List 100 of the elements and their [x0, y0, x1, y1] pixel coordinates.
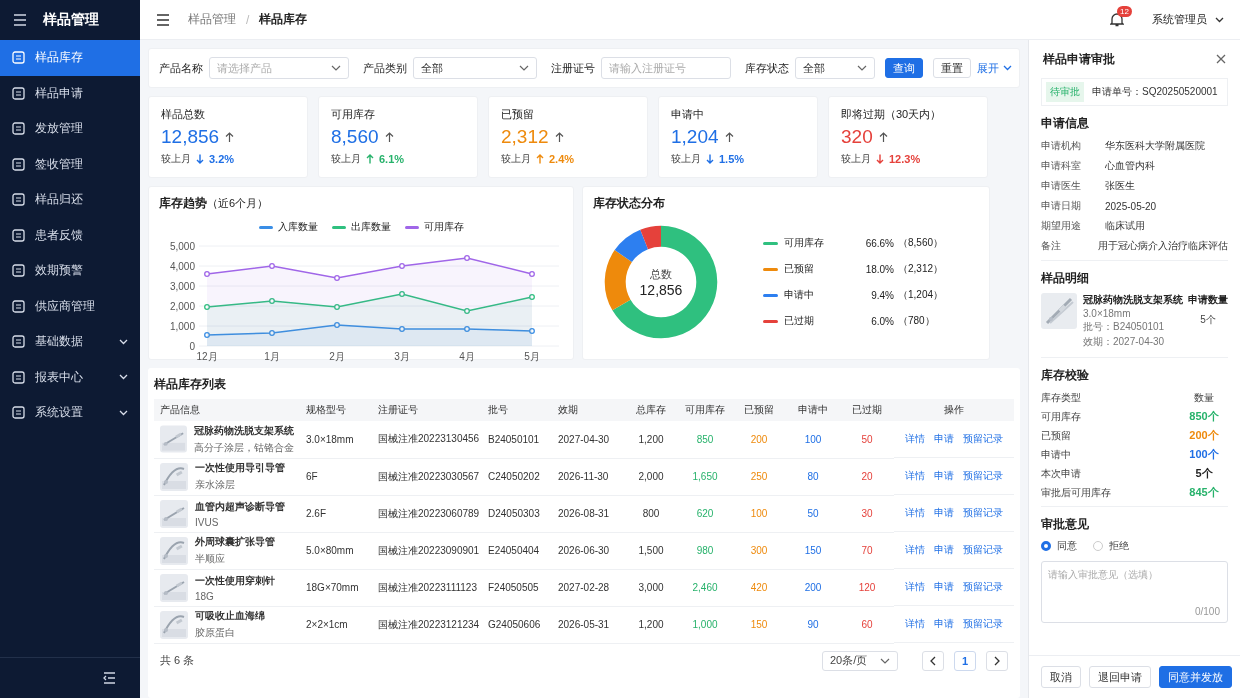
sidebar-label: 系统设置	[35, 404, 84, 422]
stock-value: 845个	[1188, 485, 1220, 500]
table-cell: 20	[840, 458, 894, 495]
table-cell: 120	[840, 569, 894, 606]
product-name: 一次性使用穿刺针	[195, 573, 275, 588]
axis-label: 12月	[196, 351, 218, 362]
stock-label: 审批后可用库存	[1041, 485, 1112, 500]
table-cell: 800	[624, 495, 678, 532]
radio-label: 拒绝	[1109, 539, 1129, 553]
table-cell: 80	[786, 458, 840, 495]
info-label: 期望用途	[1041, 219, 1082, 233]
table-cell: 2026-11-30	[552, 458, 624, 495]
table-cell: 2,460	[678, 569, 732, 606]
product-detail: 高分子涂层，钴铬合金	[194, 440, 294, 455]
table-cell: 50	[840, 421, 894, 458]
table-cell: 国械注准20223060789	[372, 495, 482, 532]
table-cell: 250	[732, 458, 786, 495]
table-cell: G24050606	[482, 606, 552, 643]
legend-percent: 66.6%	[864, 237, 894, 249]
sidebar-label: 患者反馈	[35, 226, 84, 244]
product-detail: 18G	[195, 590, 215, 602]
info-label: 申请科室	[1041, 159, 1082, 173]
sidebar-label: 发放管理	[35, 120, 84, 138]
info-label: 申请日期	[1041, 199, 1082, 213]
sidebar-label: 效期预警	[35, 262, 84, 280]
table-cell: 2026-05-31	[552, 606, 624, 643]
axis-label: 4月	[459, 351, 475, 362]
table-cell: F24050505	[482, 569, 552, 606]
legend-label: 可用库存	[784, 236, 825, 250]
axis-label: 1月	[264, 351, 280, 362]
table-cell: 420	[732, 569, 786, 606]
section-title: 申请信息	[1041, 115, 1090, 132]
axis-label: 2,000	[169, 300, 195, 312]
total-count: 共 6 条	[160, 653, 195, 668]
column-header: 产品信息	[154, 399, 300, 421]
product-name: 可吸收止血海绵	[195, 609, 265, 623]
column-header: 批号	[482, 399, 552, 421]
info-label: 申请医生	[1041, 179, 1082, 193]
info-value: 张医生	[1105, 179, 1135, 193]
column-header: 规格型号	[300, 399, 372, 421]
axis-label: 0	[189, 340, 195, 352]
filter-label: 产品名称	[159, 60, 203, 76]
stat-value: 2,312	[501, 126, 549, 148]
stat-value: 8,560	[331, 126, 379, 148]
table-cell: 150	[732, 606, 786, 643]
donut-center-label: 总数	[650, 266, 672, 282]
column-header: 注册证号	[372, 399, 482, 421]
item-batch: 批号：B24050101	[1083, 320, 1166, 334]
legend-percent: 6.0%	[870, 315, 894, 327]
stat-value: 1,204	[671, 126, 719, 148]
quantity-value: 5个	[1200, 313, 1216, 327]
stat-label: 可用库存	[331, 107, 376, 122]
legend-count: （2,312）	[898, 262, 944, 276]
table-cell: 1,650	[678, 458, 732, 495]
table-cell: 200	[786, 569, 840, 606]
sidebar-label: 样品库存	[35, 49, 84, 67]
table-cell: 50	[786, 495, 840, 532]
product-detail: 胶原蛋白	[195, 626, 236, 640]
legend-label: 已过期	[784, 314, 815, 328]
product-detail: IVUS	[195, 516, 220, 528]
axis-label: 5月	[524, 351, 540, 362]
item-spec: 3.0×18mm	[1083, 308, 1132, 319]
character-counter: 0/100	[1194, 606, 1220, 617]
table-cell: 18G×70mm	[300, 569, 372, 606]
compare-label: 较上月	[501, 152, 531, 166]
stat-label: 申请中	[671, 107, 705, 122]
table-cell: 300	[732, 532, 786, 569]
column-header: 效期	[552, 399, 624, 421]
breadcrumb-separator: /	[246, 12, 250, 27]
filter-label: 产品类别	[363, 60, 407, 76]
item-expiry: 效期：2027-04-30	[1083, 335, 1166, 349]
table-cell: 2027-02-28	[552, 569, 624, 606]
table-cell: 3,000	[624, 569, 678, 606]
sidebar-label: 基础数据	[35, 333, 84, 351]
order-number: 申请单号：SQ20250520001	[1092, 85, 1218, 99]
legend-item: 出库数量	[331, 220, 391, 234]
legend-percent: 18.0%	[864, 263, 894, 275]
section-title: 库存校验	[1041, 367, 1090, 384]
table-cell: 5.0×80mm	[300, 532, 372, 569]
donut-center-value: 12,856	[639, 281, 683, 298]
table-cell: 1,000	[678, 606, 732, 643]
axis-label: 4,000	[169, 260, 195, 272]
product-name: 一次性使用导引导管	[195, 461, 285, 475]
table-cell: E24050404	[482, 532, 552, 569]
table-cell: D24050303	[482, 495, 552, 532]
info-value: 华东医科大学附属医院	[1105, 139, 1205, 153]
product-detail: 半顺应	[195, 552, 226, 566]
change-value: 12.3%	[889, 153, 921, 165]
column-header: 已过期	[840, 399, 894, 421]
stat-label: 已预留	[501, 107, 535, 122]
notification-badge: 12	[1117, 6, 1132, 17]
panel-title: 样品申请审批	[1043, 50, 1115, 68]
product-name: 血管内超声诊断导管	[195, 499, 285, 514]
table-cell: B24050101	[482, 421, 552, 458]
info-value: 心血管内科	[1105, 159, 1155, 173]
sidebar-label: 签收管理	[35, 155, 84, 173]
table-cell: 6F	[300, 458, 372, 495]
table-cell: 1,200	[624, 606, 678, 643]
table-cell: 850	[678, 421, 732, 458]
sidebar-label: 样品归还	[35, 191, 84, 209]
